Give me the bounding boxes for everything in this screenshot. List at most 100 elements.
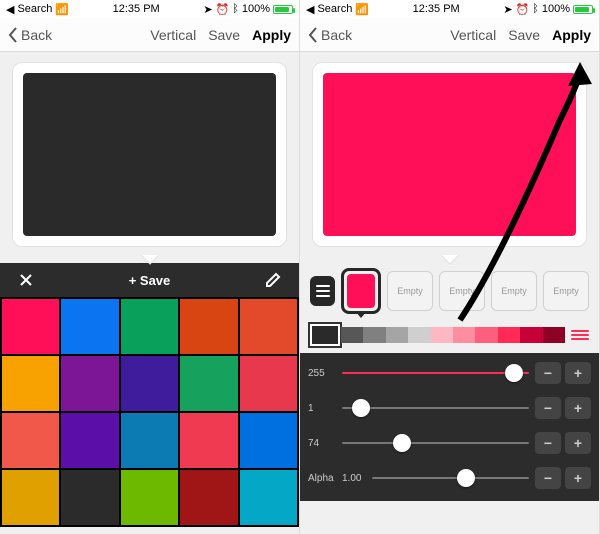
close-button[interactable] bbox=[8, 272, 44, 288]
status-bar: ◀ Search 📶 12:35 PM ➤ ⏰ ᛒ 100% bbox=[300, 0, 599, 18]
increment-button[interactable]: + bbox=[565, 467, 591, 489]
tint-segment[interactable] bbox=[310, 324, 340, 346]
swatch-slot-empty[interactable]: Empty bbox=[543, 271, 589, 311]
bluetooth-icon: ᛒ bbox=[532, 3, 539, 15]
color-grid bbox=[0, 297, 299, 527]
active-swatch[interactable] bbox=[341, 268, 381, 314]
signal-icon: 📶 bbox=[355, 3, 369, 16]
back-to-search-icon: ◀ bbox=[6, 3, 14, 16]
tint-segment[interactable] bbox=[363, 327, 385, 343]
slider-green[interactable]: 1 −+ bbox=[308, 394, 591, 422]
increment-button[interactable]: + bbox=[565, 432, 591, 454]
palette-color[interactable] bbox=[180, 413, 237, 468]
palette-color[interactable] bbox=[240, 299, 297, 354]
decrement-button[interactable]: − bbox=[535, 432, 561, 454]
swatch-row: Empty Empty Empty Empty bbox=[300, 263, 599, 319]
tint-segment[interactable] bbox=[386, 327, 408, 343]
back-button[interactable]: Back bbox=[308, 27, 352, 43]
palette-color[interactable] bbox=[61, 470, 118, 525]
palette-color[interactable] bbox=[2, 470, 59, 525]
tint-segment[interactable] bbox=[520, 327, 542, 343]
bluetooth-icon: ᛒ bbox=[232, 3, 239, 15]
palette-color[interactable] bbox=[180, 299, 237, 354]
preview-card bbox=[312, 62, 587, 247]
palette-color[interactable] bbox=[240, 413, 297, 468]
status-bar: ◀ Search 📶 12:35 PM ➤ ⏰ ᛒ 100% bbox=[0, 0, 299, 18]
slider-alpha[interactable]: Alpha 1.00 −+ bbox=[308, 464, 591, 492]
tint-segment[interactable] bbox=[408, 327, 430, 343]
slider-red[interactable]: 255 −+ bbox=[308, 359, 591, 387]
tint-menu-icon[interactable] bbox=[571, 330, 589, 340]
swatch-slot-empty[interactable]: Empty bbox=[439, 271, 485, 311]
alarm-icon: ⏰ bbox=[516, 3, 530, 16]
slider-knob[interactable] bbox=[505, 364, 523, 382]
preview-card bbox=[12, 62, 287, 247]
palette-color[interactable] bbox=[121, 299, 178, 354]
palette-color[interactable] bbox=[121, 356, 178, 411]
swatch-slot-empty[interactable]: Empty bbox=[387, 271, 433, 311]
increment-button[interactable]: + bbox=[565, 362, 591, 384]
tint-segment[interactable] bbox=[453, 327, 475, 343]
signal-icon: 📶 bbox=[55, 3, 69, 16]
palette-color[interactable] bbox=[240, 356, 297, 411]
chevron-left-icon bbox=[308, 27, 318, 43]
back-to-search-icon: ◀ bbox=[306, 3, 314, 16]
tint-segment[interactable] bbox=[543, 327, 565, 343]
palette-color[interactable] bbox=[61, 299, 118, 354]
palette-color[interactable] bbox=[2, 299, 59, 354]
screen-right: ◀ Search 📶 12:35 PM ➤ ⏰ ᛒ 100% Back Vert… bbox=[300, 0, 600, 534]
apply-button[interactable]: Apply bbox=[552, 27, 591, 43]
slider-blue[interactable]: 74 −+ bbox=[308, 429, 591, 457]
back-button[interactable]: Back bbox=[8, 27, 52, 43]
tint-segment[interactable] bbox=[475, 327, 497, 343]
tint-segment[interactable] bbox=[341, 327, 363, 343]
battery-pct: 100% bbox=[542, 3, 570, 15]
palette-color[interactable] bbox=[121, 470, 178, 525]
location-icon: ➤ bbox=[503, 3, 512, 16]
slider-value: 255 bbox=[308, 368, 336, 379]
save-button[interactable]: Save bbox=[208, 27, 240, 43]
apply-button[interactable]: Apply bbox=[252, 27, 291, 43]
tint-segment[interactable] bbox=[431, 327, 453, 343]
slider-value: 1 bbox=[308, 403, 336, 414]
palette-color[interactable] bbox=[61, 356, 118, 411]
tint-strip[interactable] bbox=[310, 323, 589, 347]
palette-color[interactable] bbox=[61, 413, 118, 468]
slider-value: 74 bbox=[308, 438, 336, 449]
slider-knob[interactable] bbox=[393, 434, 411, 452]
status-search-label: Search bbox=[317, 3, 352, 15]
palette-color[interactable] bbox=[121, 413, 178, 468]
card-pointer-icon bbox=[300, 255, 599, 263]
palette-color[interactable] bbox=[2, 413, 59, 468]
tint-segment[interactable] bbox=[498, 327, 520, 343]
vertical-button[interactable]: Vertical bbox=[150, 27, 196, 43]
status-time: 12:35 PM bbox=[113, 3, 160, 15]
swatch-slot-empty[interactable]: Empty bbox=[491, 271, 537, 311]
alpha-value: 1.00 bbox=[342, 473, 366, 484]
status-time: 12:35 PM bbox=[413, 3, 460, 15]
palette-color[interactable] bbox=[2, 356, 59, 411]
slider-knob[interactable] bbox=[457, 469, 475, 487]
decrement-button[interactable]: − bbox=[535, 362, 561, 384]
back-label: Back bbox=[21, 27, 52, 43]
swatch-menu-button[interactable] bbox=[310, 276, 335, 306]
palette-color[interactable] bbox=[240, 470, 297, 525]
palette-color[interactable] bbox=[180, 356, 237, 411]
location-icon: ➤ bbox=[203, 3, 212, 16]
decrement-button[interactable]: − bbox=[535, 397, 561, 419]
pencil-icon bbox=[265, 272, 281, 288]
chevron-left-icon bbox=[8, 27, 18, 43]
save-button[interactable]: Save bbox=[508, 27, 540, 43]
palette-header: + Save bbox=[0, 263, 299, 297]
screen-left: ◀ Search 📶 12:35 PM ➤ ⏰ ᛒ 100% Back Vert… bbox=[0, 0, 300, 534]
decrement-button[interactable]: − bbox=[535, 467, 561, 489]
slider-panel: 255 −+ 1 −+ 74 −+ Alpha 1.00 −+ bbox=[300, 353, 599, 501]
nav-bar: Back Vertical Save Apply bbox=[300, 18, 599, 52]
vertical-button[interactable]: Vertical bbox=[450, 27, 496, 43]
palette-color[interactable] bbox=[180, 470, 237, 525]
palette-save-button[interactable]: + Save bbox=[44, 273, 255, 288]
edit-button[interactable] bbox=[255, 272, 291, 288]
increment-button[interactable]: + bbox=[565, 397, 591, 419]
slider-knob[interactable] bbox=[352, 399, 370, 417]
preview-swatch bbox=[323, 73, 576, 236]
